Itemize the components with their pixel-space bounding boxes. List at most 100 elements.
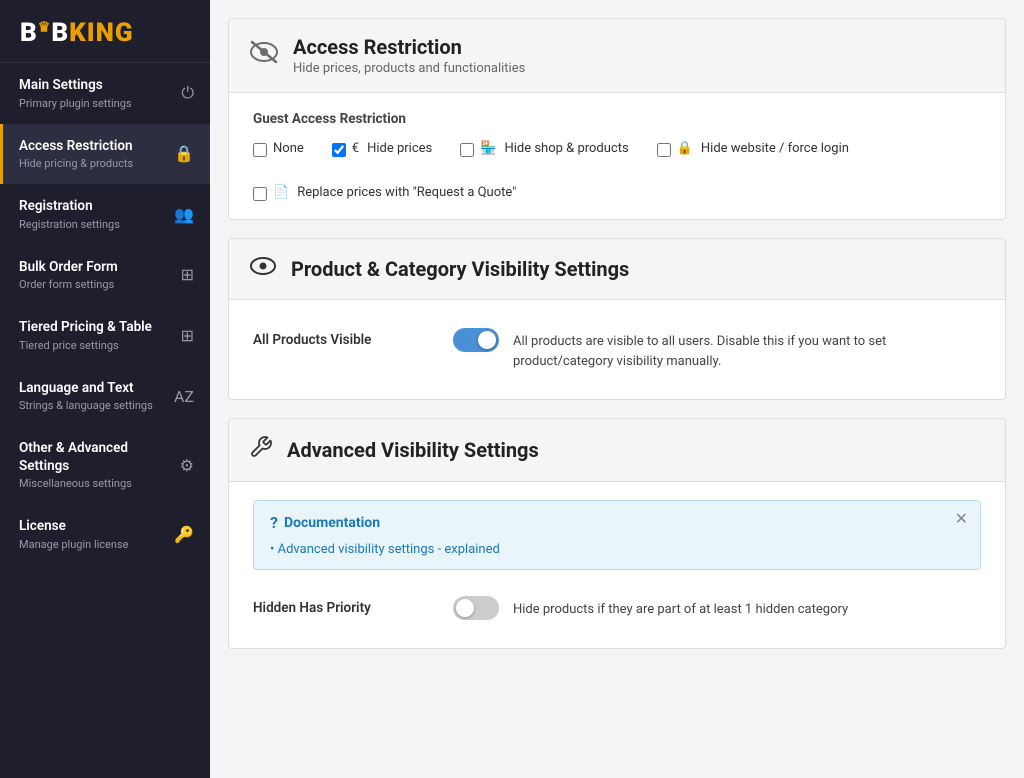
sidebar-item-title-access-restriction: Access Restriction xyxy=(19,138,166,156)
option-label-hide-prices: Hide prices xyxy=(367,141,432,156)
sidebar-item-sub-other-advanced: Miscellaneous settings xyxy=(19,477,172,490)
checkbox-none[interactable] xyxy=(253,143,267,157)
card-header: Access Restriction Hide prices, products… xyxy=(229,19,1005,93)
sidebar-icon-bulk-order-form: ⊞ xyxy=(181,265,194,284)
hidden-priority-wrap: Hide products if they are part of at lea… xyxy=(453,596,848,620)
checkbox-hide-prices[interactable] xyxy=(332,143,346,157)
access-restriction-header-card: Access Restriction Hide prices, products… xyxy=(228,18,1006,220)
option-icon-hide-prices: € xyxy=(352,141,359,156)
sidebar-item-title-bulk-order-form: Bulk Order Form xyxy=(19,259,173,277)
sidebar-icon-main-settings: ⏻ xyxy=(181,83,194,103)
sidebar-item-sub-bulk-order-form: Order form settings xyxy=(19,278,173,291)
sidebar-item-sub-access-restriction: Hide pricing & products xyxy=(19,157,166,170)
toggle-wrap: All products are visible to all users. D… xyxy=(453,328,981,371)
hidden-priority-label: Hidden Has Priority xyxy=(253,596,453,616)
wrench-icon xyxy=(249,435,273,465)
logo-b2b: B xyxy=(20,18,38,48)
sidebar-items: Main Settings Primary plugin settings ⏻ … xyxy=(0,63,210,565)
sidebar-item-registration[interactable]: Registration Registration settings 👥 xyxy=(0,184,210,245)
sidebar-item-title-license: License xyxy=(19,518,166,536)
sidebar-icon-registration: 👥 xyxy=(174,205,194,224)
logo-b: B xyxy=(51,18,69,48)
toggle-thumb-hidden xyxy=(456,599,474,617)
advanced-visibility-card: Advanced Visibility Settings ? Documenta… xyxy=(228,418,1006,649)
sidebar-item-title-other-advanced: Other & Advanced Settings xyxy=(19,440,172,475)
checkbox-hide-website[interactable] xyxy=(657,143,671,157)
sidebar-item-text-language-text: Language and Text Strings & language set… xyxy=(19,380,166,413)
page-subtitle: Hide prices, products and functionalitie… xyxy=(293,61,525,76)
sidebar-item-text-tiered-pricing: Tiered Pricing & Table Tiered price sett… xyxy=(19,319,173,352)
restriction-option-none[interactable]: None xyxy=(253,141,304,157)
sidebar-item-text-main-settings: Main Settings Primary plugin settings xyxy=(19,77,173,110)
product-visibility-header: Product & Category Visibility Settings xyxy=(229,239,1005,300)
advanced-visibility-title: Advanced Visibility Settings xyxy=(287,438,539,462)
sidebar-item-language-text[interactable]: Language and Text Strings & language set… xyxy=(0,366,210,427)
product-visibility-header-text: Product & Category Visibility Settings xyxy=(291,257,629,281)
sidebar-item-title-main-settings: Main Settings xyxy=(19,77,173,95)
checkbox-replace-prices[interactable] xyxy=(253,187,267,201)
sidebar-item-text-bulk-order-form: Bulk Order Form Order form settings xyxy=(19,259,173,292)
sidebar-icon-license: 🔑 xyxy=(174,525,194,544)
sidebar-item-main-settings[interactable]: Main Settings Primary plugin settings ⏻ xyxy=(0,63,210,124)
toggle-track-hidden[interactable] xyxy=(453,596,499,620)
sidebar-item-title-tiered-pricing: Tiered Pricing & Table xyxy=(19,319,173,337)
option-label-hide-shop-products: Hide shop & products xyxy=(504,141,628,156)
restriction-option-hide-website[interactable]: 🔒 Hide website / force login xyxy=(657,141,849,157)
hidden-priority-desc: Hide products if they are part of at lea… xyxy=(513,596,848,620)
restriction-option-hide-shop-products[interactable]: 🏪 Hide shop & products xyxy=(460,141,628,157)
sidebar-item-text-other-advanced: Other & Advanced Settings Miscellaneous … xyxy=(19,440,172,490)
question-icon: ? xyxy=(270,513,278,532)
product-visibility-body: All Products Visible All products are vi… xyxy=(229,300,1005,399)
sidebar-icon-tiered-pricing: ⊞ xyxy=(181,326,194,345)
sidebar-item-sub-main-settings: Primary plugin settings xyxy=(19,97,173,110)
advanced-visibility-header-text: Advanced Visibility Settings xyxy=(287,438,539,462)
restriction-options: None € Hide prices 🏪 Hide shop & product… xyxy=(253,141,981,201)
toggle-thumb-products xyxy=(478,331,496,349)
sidebar-item-title-language-text: Language and Text xyxy=(19,380,166,398)
restriction-option-hide-prices[interactable]: € Hide prices xyxy=(332,141,432,157)
sidebar-icon-access-restriction: 🔒 xyxy=(174,144,194,163)
sidebar-item-sub-license: Manage plugin license xyxy=(19,538,166,551)
sidebar-item-other-advanced[interactable]: Other & Advanced Settings Miscellaneous … xyxy=(0,426,210,504)
access-restriction-icon xyxy=(249,39,279,72)
sidebar: B♛BKING Main Settings Primary plugin set… xyxy=(0,0,210,778)
doc-title-text: Documentation xyxy=(284,515,380,531)
advanced-visibility-link[interactable]: Advanced visibility settings - explained xyxy=(270,542,500,557)
main-content: Access Restriction Hide prices, products… xyxy=(210,0,1024,778)
guest-access-body: Guest Access Restriction None € Hide pri… xyxy=(229,93,1005,219)
sidebar-item-title-registration: Registration xyxy=(19,198,166,216)
logo-crown: ♛ xyxy=(38,19,52,35)
option-label-none: None xyxy=(273,141,304,156)
option-icon-hide-shop-products: 🏪 xyxy=(480,141,496,156)
doc-box-title: ? Documentation xyxy=(270,513,964,532)
sidebar-item-tiered-pricing[interactable]: Tiered Pricing & Table Tiered price sett… xyxy=(0,305,210,366)
sidebar-icon-other-advanced: ⚙ xyxy=(180,456,194,475)
hidden-priority-toggle[interactable] xyxy=(453,596,499,620)
option-label-replace-prices: Replace prices with "Request a Quote" xyxy=(297,185,516,200)
hidden-priority-row: Hidden Has Priority Hide products if the… xyxy=(253,586,981,630)
sidebar-item-license[interactable]: License Manage plugin license 🔑 xyxy=(0,504,210,565)
product-visibility-card: Product & Category Visibility Settings A… xyxy=(228,238,1006,400)
advanced-visibility-body: ? Documentation Advanced visibility sett… xyxy=(229,482,1005,648)
sidebar-item-sub-tiered-pricing: Tiered price settings xyxy=(19,339,173,352)
product-visibility-title: Product & Category Visibility Settings xyxy=(291,257,629,281)
card-header-text: Access Restriction Hide prices, products… xyxy=(293,35,525,76)
all-products-visible-row: All Products Visible All products are vi… xyxy=(253,318,981,381)
all-products-toggle[interactable] xyxy=(453,328,499,352)
sidebar-item-text-registration: Registration Registration settings xyxy=(19,198,166,231)
sidebar-item-access-restriction[interactable]: Access Restriction Hide pricing & produc… xyxy=(0,124,210,185)
doc-close-button[interactable]: ✕ xyxy=(955,511,968,527)
checkbox-hide-shop-products[interactable] xyxy=(460,143,474,157)
sidebar-item-sub-registration: Registration settings xyxy=(19,218,166,231)
restriction-option-replace-prices[interactable]: 📄 Replace prices with "Request a Quote" xyxy=(253,185,516,201)
page-title: Access Restriction xyxy=(293,35,525,59)
all-products-visible-desc: All products are visible to all users. D… xyxy=(513,328,981,371)
option-label-hide-website: Hide website / force login xyxy=(701,141,849,156)
option-icon-replace-prices: 📄 xyxy=(273,185,289,200)
sidebar-item-text-access-restriction: Access Restriction Hide pricing & produc… xyxy=(19,138,166,171)
documentation-box: ? Documentation Advanced visibility sett… xyxy=(253,500,981,570)
sidebar-item-sub-language-text: Strings & language settings xyxy=(19,399,166,412)
sidebar-item-bulk-order-form[interactable]: Bulk Order Form Order form settings ⊞ xyxy=(0,245,210,306)
sidebar-item-text-license: License Manage plugin license xyxy=(19,518,166,551)
toggle-track-products[interactable] xyxy=(453,328,499,352)
